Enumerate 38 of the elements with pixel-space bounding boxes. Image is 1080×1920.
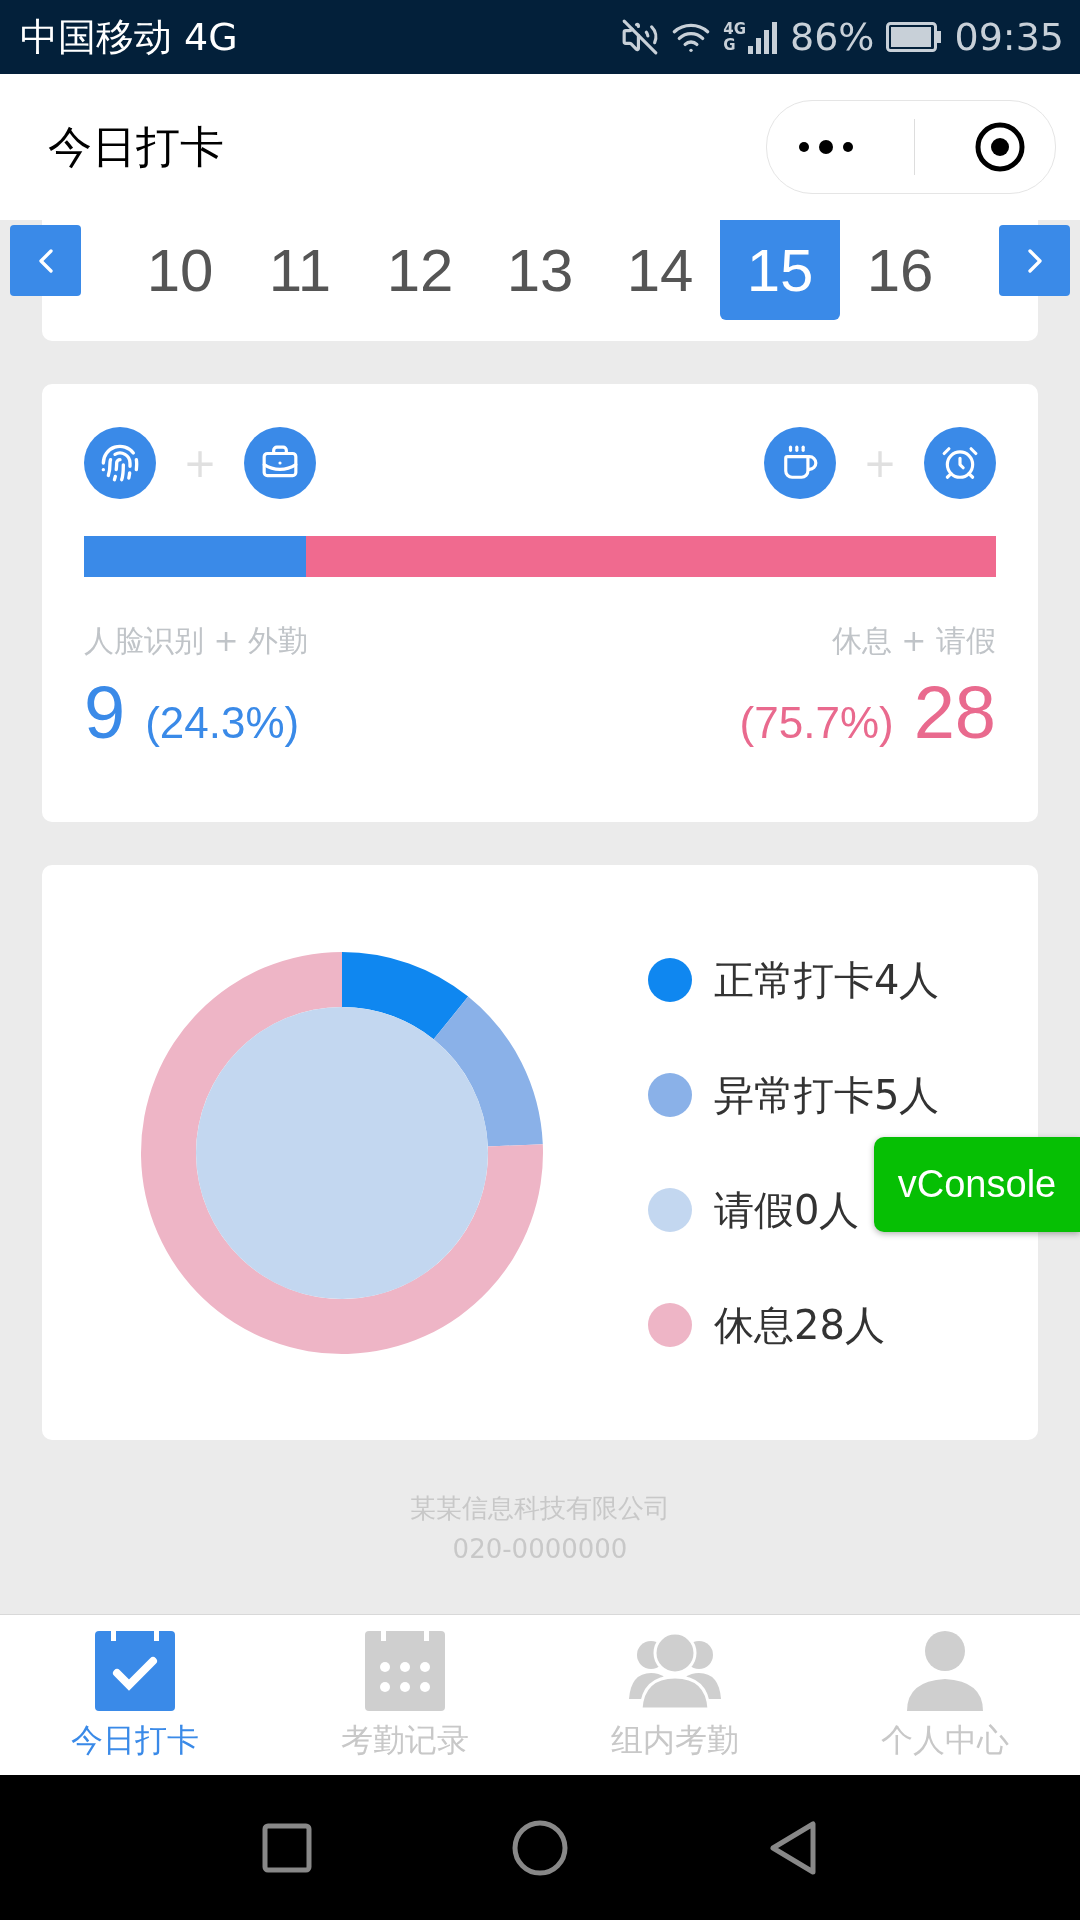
- calendar-check-icon: [93, 1629, 177, 1713]
- legend-label: 休息28人: [714, 1300, 885, 1350]
- stat-label: 人脸识别 + 外勤: [84, 622, 309, 660]
- signal-icon: [748, 20, 778, 54]
- stat-label: 休息 + 请假: [831, 622, 996, 660]
- plus-sign: +: [182, 440, 218, 486]
- date-tab[interactable]: 15: [720, 220, 840, 320]
- network-label: 4G: [723, 21, 746, 37]
- next-button[interactable]: [999, 225, 1070, 296]
- calendar-icon: [363, 1629, 447, 1713]
- date-tab[interactable]: 12: [360, 220, 480, 320]
- home-icon[interactable]: [512, 1819, 568, 1876]
- legend-label: 请假0人: [714, 1185, 860, 1235]
- clock-time: 09:35: [954, 15, 1064, 59]
- legend-label: 正常打卡4人: [714, 955, 940, 1005]
- stat-count: 28: [913, 676, 996, 750]
- network-label: G: [723, 37, 737, 53]
- battery-percent: 86%: [790, 15, 875, 59]
- carrier-label: 中国移动 4G: [20, 13, 238, 61]
- close-icon[interactable]: [973, 121, 1026, 173]
- battery-icon: [886, 22, 943, 52]
- recents-icon[interactable]: [262, 1822, 312, 1873]
- date-tab[interactable]: 16: [840, 220, 960, 320]
- date-tab[interactable]: 10: [120, 220, 240, 320]
- back-icon[interactable]: [768, 1819, 818, 1876]
- date-tab[interactable]: 13: [480, 220, 600, 320]
- user-icon: [905, 1629, 985, 1713]
- stat-count: 9: [84, 676, 126, 750]
- tab-item[interactable]: 今日打卡: [0, 1615, 270, 1775]
- mute-icon: [621, 18, 660, 56]
- legend-label: 异常打卡5人: [714, 1070, 940, 1120]
- date-tab[interactable]: 11: [240, 220, 360, 320]
- stat-percent: (75.7%): [739, 698, 894, 748]
- stat-percent: (24.3%): [145, 698, 300, 748]
- previous-button[interactable]: [10, 225, 81, 296]
- date-tab[interactable]: 14: [600, 220, 720, 320]
- page-title: 今日打卡: [48, 119, 224, 174]
- plus-sign: +: [862, 440, 898, 486]
